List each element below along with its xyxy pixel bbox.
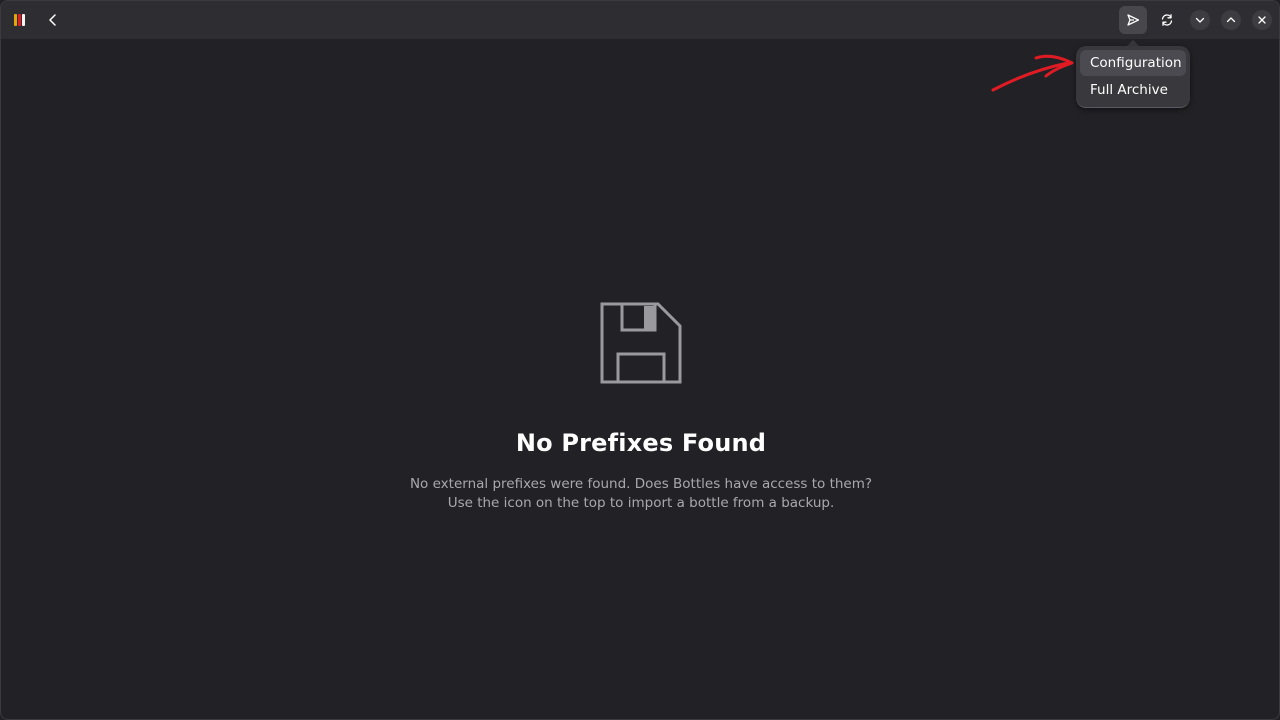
send-icon [1127, 14, 1140, 26]
go-previous-icon [49, 14, 56, 26]
maximize-button[interactable] [1221, 10, 1241, 30]
status-description-line-2: Use the icon on the top to import a bott… [447, 495, 835, 511]
menu-item-configuration[interactable]: Configuration [1080, 50, 1186, 76]
status-description: No external prefixes were found. Does Bo… [1, 475, 1279, 513]
status-description-line-1: No external prefixes were found. Does Bo… [409, 476, 873, 492]
status-title: No Prefixes Found [515, 429, 767, 457]
refresh-button[interactable] [1153, 6, 1181, 34]
chevron-down-icon [1195, 17, 1205, 23]
bottles-app-icon [14, 14, 26, 26]
import-menu-popover: Configuration Full Archive [1076, 46, 1190, 108]
minimize-button[interactable] [1190, 10, 1210, 30]
floppy-disk-icon [600, 302, 682, 384]
bottles-window: Configuration Full Archive No Prefixes F… [0, 0, 1280, 720]
close-icon [1258, 16, 1266, 24]
view-refresh-icon [1161, 14, 1173, 26]
import-button[interactable] [1119, 6, 1147, 34]
status-page: No Prefixes Found No external prefixes w… [1, 301, 1279, 513]
menu-item-full-archive[interactable]: Full Archive [1080, 77, 1186, 103]
close-button[interactable] [1252, 10, 1272, 30]
back-button[interactable] [39, 6, 67, 34]
red-annotation-arrow [991, 54, 1074, 92]
chevron-up-icon [1226, 17, 1236, 23]
headerbar [1, 1, 1279, 39]
